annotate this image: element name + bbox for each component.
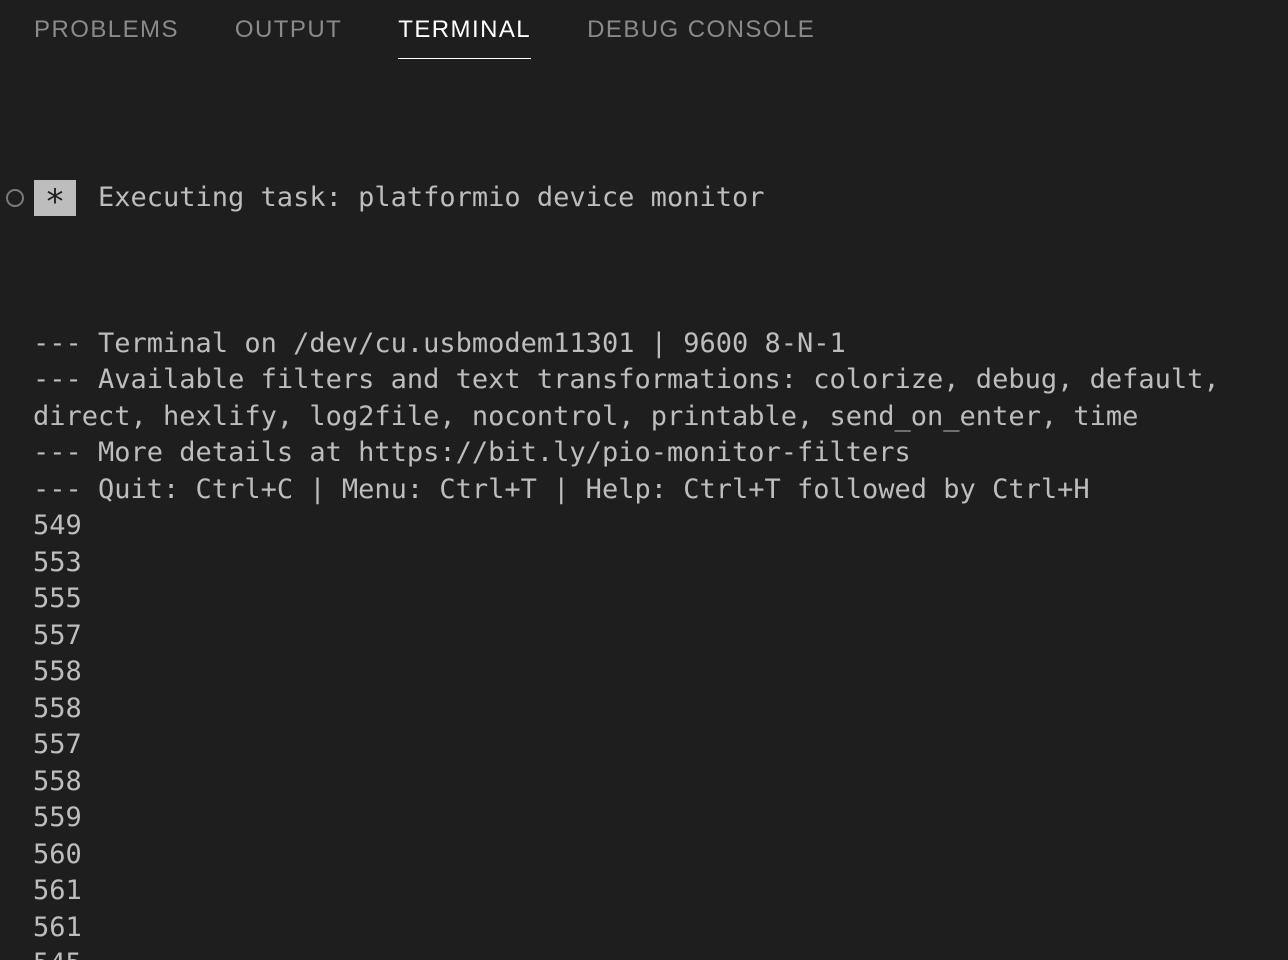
terminal-info-line: --- Terminal on /dev/cu.usbmodem11301 | … — [33, 326, 1270, 363]
terminal-info-line: --- Quit: Ctrl+C | Menu: Ctrl+T | Help: … — [33, 472, 1270, 509]
sensor-reading: 560 — [33, 837, 1270, 874]
sensor-reading: 558 — [33, 654, 1270, 691]
task-text: Executing task: platformio device monito… — [98, 180, 781, 217]
terminal-info-line: --- Available filters and text transform… — [33, 362, 1270, 435]
tab-problems[interactable]: PROBLEMS — [34, 16, 179, 59]
sensor-reading: 549 — [33, 508, 1270, 545]
task-executing-line: * Executing task: platformio device moni… — [0, 180, 1270, 217]
spinner-icon — [6, 189, 24, 207]
sensor-reading: 558 — [33, 764, 1270, 801]
tab-terminal[interactable]: TERMINAL — [398, 16, 531, 59]
terminal-output[interactable]: * Executing task: platformio device moni… — [0, 59, 1288, 960]
asterisk-icon: * — [34, 180, 76, 216]
sensor-reading: 561 — [33, 873, 1270, 910]
tab-debug-console[interactable]: DEBUG CONSOLE — [587, 16, 815, 59]
terminal-info-line: --- More details at https://bit.ly/pio-m… — [33, 435, 1270, 472]
sensor-reading: 557 — [33, 727, 1270, 764]
sensor-reading: 559 — [33, 800, 1270, 837]
tab-output[interactable]: OUTPUT — [235, 16, 342, 59]
sensor-reading: 558 — [33, 691, 1270, 728]
sensor-reading: 553 — [33, 545, 1270, 582]
sensor-reading: 557 — [33, 618, 1270, 655]
panel-tabs: PROBLEMS OUTPUT TERMINAL DEBUG CONSOLE — [0, 0, 1288, 59]
sensor-reading: 555 — [33, 581, 1270, 618]
sensor-reading: 545 — [33, 946, 1270, 960]
sensor-reading: 561 — [33, 910, 1270, 947]
